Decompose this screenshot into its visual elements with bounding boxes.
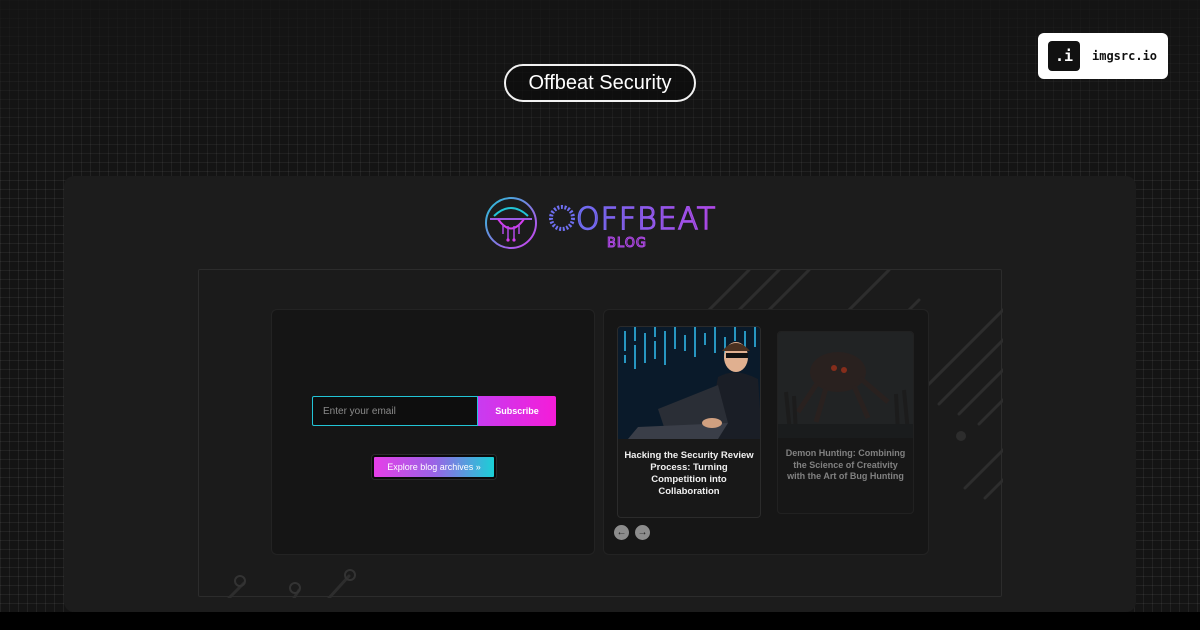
subscribe-form: Subscribe: [312, 396, 556, 426]
post-card[interactable]: Demon Hunting: Combining the Science of …: [777, 331, 914, 514]
badge-label: imgsrc.io: [1092, 49, 1158, 63]
subscribe-card: Subscribe Explore blog archives »: [271, 309, 595, 555]
arrow-right-icon[interactable]: →: [635, 525, 650, 540]
imgsrc-logo-icon: .i: [1048, 41, 1080, 71]
bottom-bar: [0, 612, 1200, 630]
email-input[interactable]: [312, 396, 478, 426]
hacker-laptop-image: [618, 327, 760, 439]
logo-word: OFFBEAT: [576, 202, 716, 237]
subscribe-button[interactable]: Subscribe: [478, 396, 556, 426]
site-title-pill: Offbeat Security: [504, 64, 696, 102]
arrow-left-icon[interactable]: ←: [614, 525, 629, 540]
logo-sub: BLOG: [607, 236, 647, 251]
offbeat-blog-logo[interactable]: OFFBEAT BLOG: [484, 194, 724, 252]
main-panel: OFFBEAT BLOG Enter your email Subscribe …: [64, 176, 1136, 612]
explore-archives-button[interactable]: Explore blog archives »: [372, 455, 496, 479]
post-card[interactable]: Hacking the Security Review Process: Tur…: [617, 326, 761, 518]
demon-creature-image: [778, 332, 913, 438]
imgsrc-badge[interactable]: .i imgsrc.io: [1038, 33, 1168, 79]
post-title: Demon Hunting: Combining the Science of …: [785, 448, 906, 481]
site-title: Offbeat Security: [528, 71, 672, 94]
post-title: Hacking the Security Review Process: Tur…: [624, 450, 754, 497]
posts-carousel: Hacking the Security Review Process: Tur…: [603, 309, 929, 555]
carousel-nav: ← →: [614, 525, 650, 540]
